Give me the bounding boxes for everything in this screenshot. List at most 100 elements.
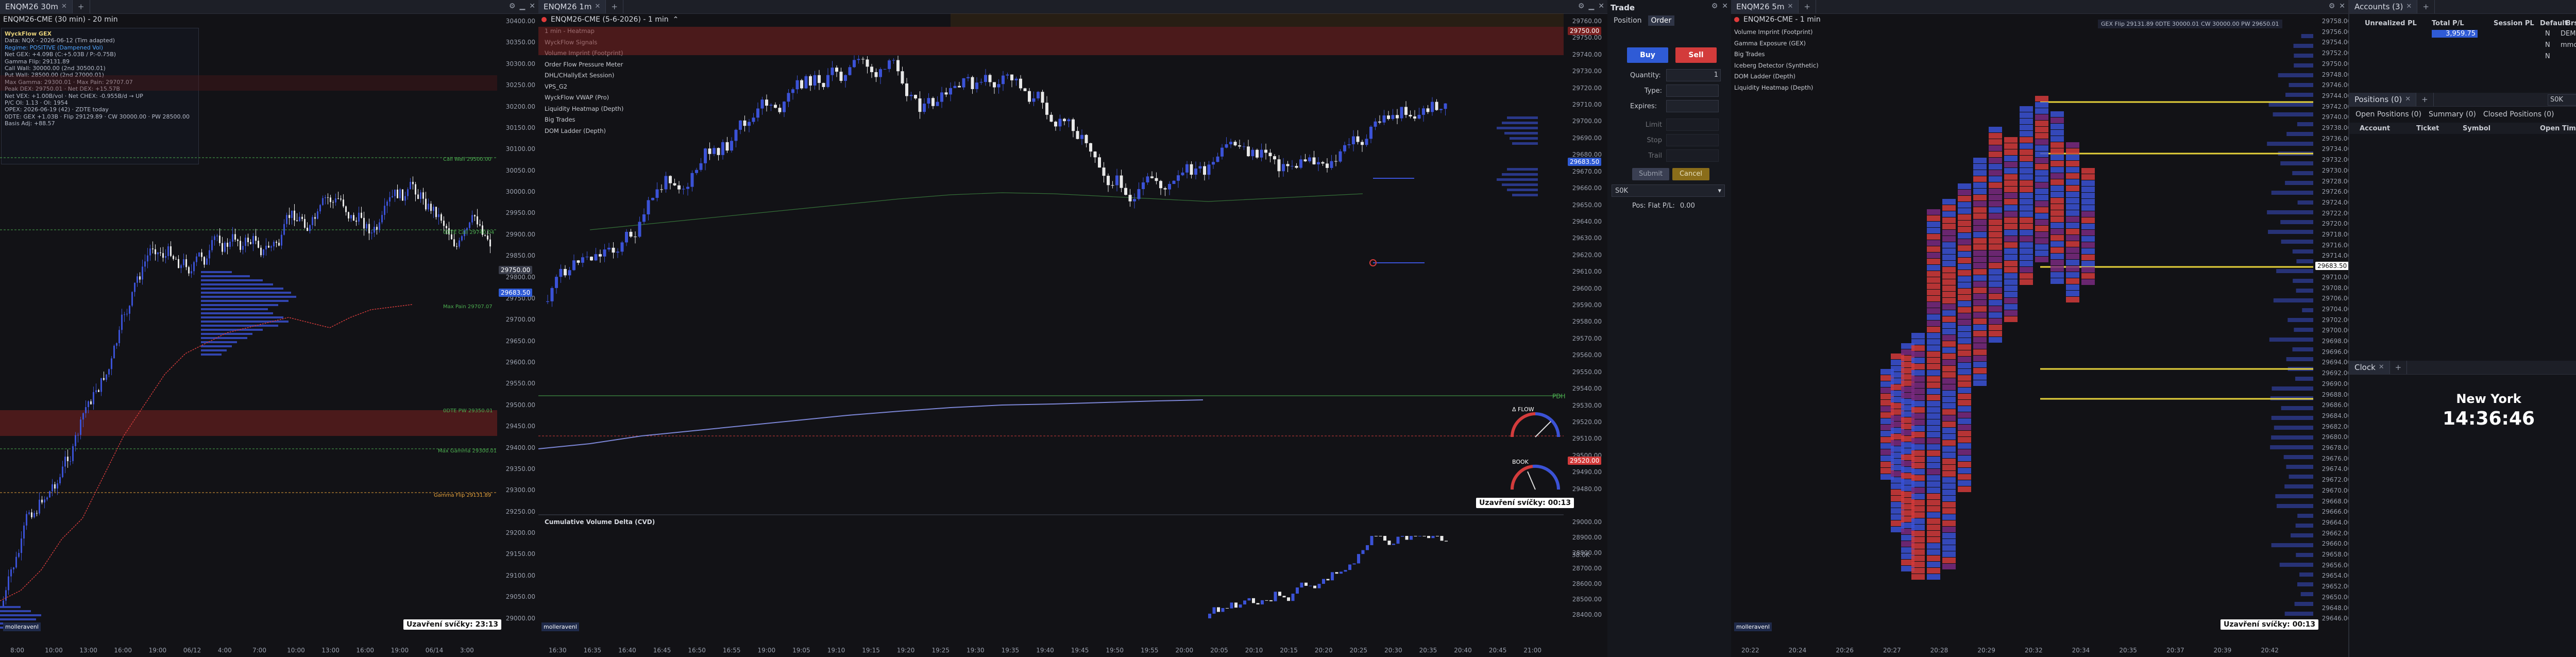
cvd-bar: [1317, 584, 1321, 588]
add-tab-button[interactable]: +: [1799, 0, 1816, 13]
sell-button[interactable]: Sell: [1675, 47, 1717, 63]
price-axis-label: 29580.00: [1572, 318, 1602, 326]
candle-body: [268, 245, 269, 248]
gear-icon[interactable]: ⚙: [1711, 2, 1718, 10]
expires-select[interactable]: [1666, 100, 1719, 112]
tab-clock[interactable]: Clock ✕: [2349, 361, 2390, 374]
candle-body: [944, 92, 948, 95]
close-icon[interactable]: ✕: [595, 0, 600, 13]
window-controls: ⚙ ✕: [2329, 2, 2345, 10]
candle-body: [98, 390, 99, 392]
candle-body: [469, 222, 470, 228]
cvd-bar: [1352, 563, 1356, 565]
footprint-cell: [1911, 419, 1925, 425]
chart-30m-plot[interactable]: [0, 13, 497, 637]
gear-icon[interactable]: ⚙: [1578, 2, 1585, 10]
type-select[interactable]: [1666, 85, 1719, 97]
footprint-cell: [1973, 164, 1987, 170]
footprint-cell: [1911, 531, 1925, 536]
cvd-bar: [1366, 545, 1369, 550]
close-icon[interactable]: ✕: [2379, 361, 2384, 374]
tab-chart-30m[interactable]: ENQM26 30m ✕: [0, 0, 73, 13]
limit-input[interactable]: [1666, 119, 1719, 131]
candle-body: [721, 142, 724, 155]
depth-bar: [2267, 142, 2313, 146]
candle-body: [348, 212, 349, 218]
footprint-cell: [2050, 142, 2064, 148]
footprint-cell: [2081, 168, 2095, 174]
trail-input[interactable]: [1666, 149, 1719, 162]
minimize-icon[interactable]: ▁: [519, 2, 525, 10]
level-marker-label: 0DTE Call 29740.04: [443, 230, 495, 235]
subtab-closed-positions[interactable]: Closed Positions (0): [2483, 110, 2554, 119]
account-select[interactable]: S0K ▾: [1612, 184, 1725, 197]
tab-accounts[interactable]: Accounts (3) ✕: [2349, 0, 2418, 13]
cancel-button[interactable]: Cancel: [1672, 168, 1709, 180]
candle-body: [1010, 74, 1013, 80]
close-icon[interactable]: ✕: [2406, 0, 2412, 13]
price-axis-label: 29730.00: [1572, 68, 1602, 75]
add-tab-button[interactable]: +: [606, 0, 623, 13]
footprint-cell: [1989, 232, 2002, 238]
quantity-input[interactable]: 1: [1666, 69, 1721, 81]
close-icon[interactable]: ✕: [2405, 93, 2411, 106]
level-marker-label: Call Wall 29500.00: [443, 157, 492, 162]
close-icon[interactable]: ✕: [1787, 0, 1793, 13]
cvd-bar: [1392, 544, 1395, 545]
footprint-cell: [1958, 319, 1971, 325]
accounts-row[interactable]: NmmcDEMOCOMMISSION: [2349, 41, 2576, 52]
footprint-cell: [2035, 207, 2048, 213]
tab-order[interactable]: Order: [1648, 15, 1675, 26]
subtab-summary[interactable]: Summary (0): [2429, 110, 2476, 119]
candle-body: [1444, 103, 1447, 109]
footprint-cell: [2004, 285, 2018, 291]
candle-body: [909, 95, 913, 96]
add-tab-button[interactable]: +: [2416, 93, 2434, 106]
close-icon[interactable]: ✕: [1722, 2, 1728, 10]
footprint-plot[interactable]: [1731, 13, 2313, 627]
footprint-cell: [2035, 108, 2048, 114]
candle-body: [193, 262, 195, 272]
gear-icon[interactable]: ⚙: [509, 2, 516, 10]
footprint-cell: [1942, 267, 1956, 273]
submit-button[interactable]: Submit: [1632, 168, 1669, 180]
cvd-bar: [1410, 536, 1413, 540]
footprint-cell: [2004, 310, 2018, 316]
accounts-row[interactable]: NS0K: [2349, 53, 2576, 63]
candle-body: [572, 260, 575, 271]
candle-body: [752, 117, 755, 122]
price-axis-label: 29742.00: [2321, 103, 2349, 110]
tab-positions[interactable]: Positions (0) ✕: [2349, 93, 2417, 106]
add-tab-button[interactable]: +: [2417, 0, 2435, 13]
cvd-bar: [1234, 602, 1238, 608]
tab-chart-5m[interactable]: ENQM26 5m ✕: [1731, 0, 1799, 13]
chart-1m-plot[interactable]: [538, 13, 1564, 508]
gear-icon[interactable]: ⚙: [2329, 2, 2335, 10]
footprint-cell: [1989, 250, 2002, 256]
price-axis-label: 29800.00: [505, 273, 535, 281]
candle-body: [453, 239, 455, 246]
stop-input[interactable]: [1666, 134, 1719, 146]
close-icon[interactable]: ✕: [1598, 2, 1604, 10]
footprint-cell: [1927, 426, 1940, 431]
footprint-cell: [2035, 213, 2048, 219]
tab-position[interactable]: Position: [1611, 15, 1645, 26]
add-tab-button[interactable]: +: [73, 0, 90, 13]
buy-button[interactable]: Buy: [1627, 47, 1668, 63]
close-icon[interactable]: ✕: [529, 2, 535, 10]
minimize-icon[interactable]: ▁: [1588, 2, 1594, 10]
footprint-cell: [1958, 437, 1971, 443]
accounts-tabbar: Accounts (3)✕ + ▁✕: [2349, 0, 2576, 14]
tab-chart-1m[interactable]: ENQM26 1m ✕: [538, 0, 606, 13]
add-tab-button[interactable]: +: [2390, 361, 2408, 374]
close-icon[interactable]: ✕: [2339, 2, 2345, 10]
accounts-row[interactable]: 3,959.75NDEMOSIM: [2349, 30, 2576, 40]
footprint-cell: [2035, 226, 2048, 231]
footprint-cell: [1973, 176, 1987, 182]
positions-account-select[interactable]: S0K: [2548, 94, 2576, 106]
footprint-cell: [1942, 483, 1956, 489]
price-axis-label: 29666.00: [2321, 508, 2349, 516]
price-axis-label: 28500.00: [1572, 596, 1602, 603]
close-icon[interactable]: ✕: [61, 0, 67, 13]
subtab-open-positions[interactable]: Open Positions (0): [2355, 110, 2421, 119]
